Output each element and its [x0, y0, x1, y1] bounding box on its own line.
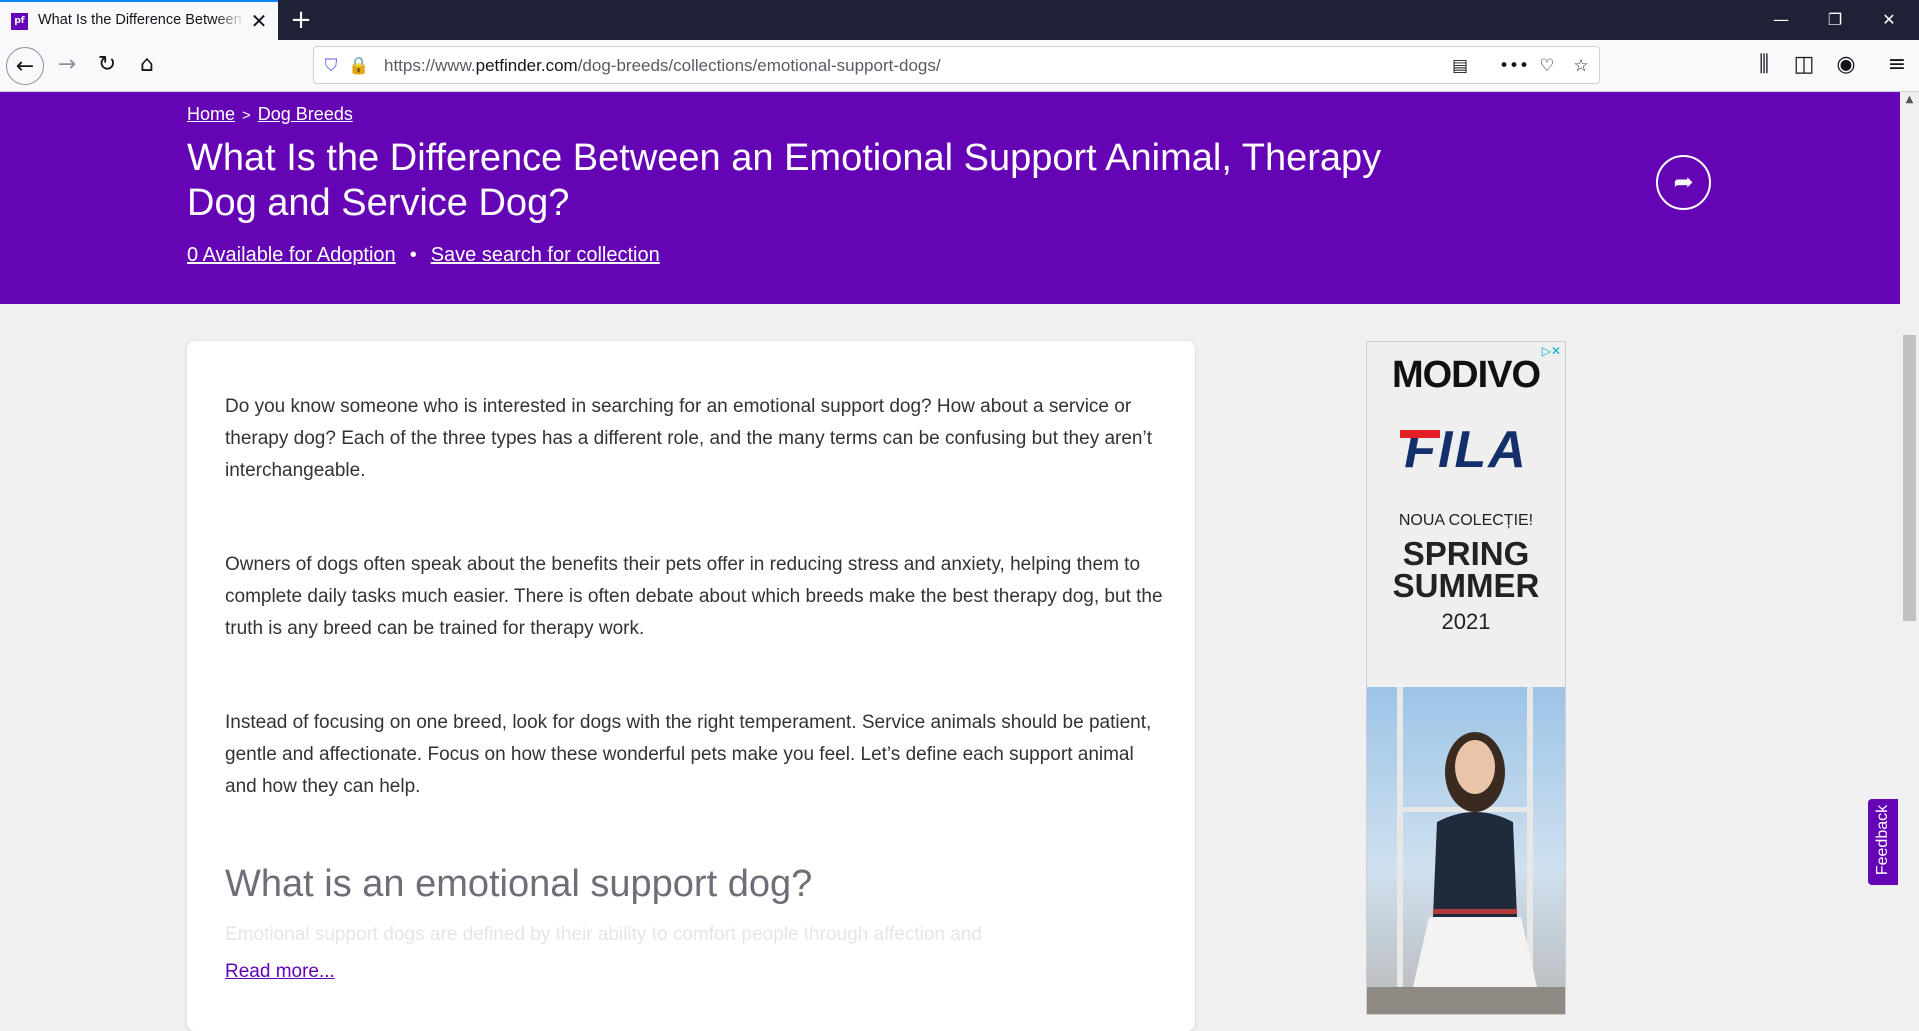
- minimize-icon[interactable]: —: [1758, 6, 1804, 34]
- ad-season-line1: SPRING: [1402, 535, 1530, 572]
- ad-brand: MODIVO: [1391, 354, 1541, 396]
- breadcrumb-separator: >: [242, 107, 251, 124]
- ad-sub-brand: FILA: [1404, 421, 1528, 479]
- sidebar-icon[interactable]: ◫: [1787, 48, 1821, 82]
- share-icon[interactable]: ➦: [1656, 155, 1711, 210]
- restore-icon[interactable]: ❐: [1812, 6, 1858, 34]
- scroll-up-icon[interactable]: ▲: [1900, 94, 1919, 108]
- feedback-button[interactable]: Feedback: [1868, 799, 1898, 885]
- active-tab[interactable]: pf What Is the Difference Between ✕: [0, 0, 278, 40]
- ad-season-line2: SUMMER: [1392, 567, 1540, 604]
- ad-photo: [1367, 687, 1565, 1014]
- bookmark-star-icon[interactable]: ☆: [1570, 55, 1592, 77]
- home-icon[interactable]: ⌂: [130, 48, 164, 82]
- tab-title: What Is the Difference Between: [38, 12, 242, 28]
- tab-strip: pf What Is the Difference Between ✕ + — …: [0, 0, 1919, 40]
- navigation-toolbar: ← → ↻ ⌂ ⛉ 🔒 https://www.petfinder.com/do…: [0, 40, 1919, 92]
- available-for-adoption-link[interactable]: 0 Available for Adoption: [187, 244, 396, 266]
- page-hero: Home > Dog Breeds What Is the Difference B…: [0, 92, 1900, 304]
- page-title: What Is the Difference Between an Emotio…: [187, 137, 1382, 224]
- hero-links: 0 Available for Adoption • Save search for…: [187, 244, 660, 267]
- breadcrumb: Home > Dog Breeds: [187, 104, 353, 125]
- breadcrumb-dog-breeds-link[interactable]: Dog Breeds: [258, 104, 353, 124]
- advertisement[interactable]: ▷✕ MODIVO FILA NOUA COLECȚIE! SPRING SUM…: [1366, 341, 1566, 1015]
- tracking-protection-shield-icon[interactable]: ⛉: [320, 55, 342, 77]
- ad-season: SPRING SUMMER: [1367, 535, 1565, 604]
- scrollbar-thumb[interactable]: [1903, 335, 1916, 621]
- read-more-link[interactable]: Read more...: [225, 961, 335, 983]
- forward-arrow-icon[interactable]: →: [50, 48, 84, 82]
- article-paragraph: Do you know someone who is interested in…: [225, 396, 1153, 481]
- pocket-icon[interactable]: ♡: [1536, 55, 1558, 77]
- ad-year: 2021: [1441, 609, 1491, 634]
- close-tab-icon[interactable]: ✕: [248, 10, 270, 32]
- lock-icon[interactable]: 🔒: [348, 55, 370, 77]
- account-icon[interactable]: ◉: [1829, 48, 1863, 82]
- article-card: Do you know someone who is interested in…: [187, 341, 1195, 1031]
- reader-view-icon[interactable]: ▤: [1449, 55, 1471, 77]
- save-search-link[interactable]: Save search for collection: [431, 244, 660, 266]
- breadcrumb-home-link[interactable]: Home: [187, 104, 235, 124]
- url-text[interactable]: https://www.petfinder.com/dog-breeds/col…: [384, 56, 941, 76]
- article-paragraph: Instead of focusing on one breed, look f…: [225, 712, 1152, 797]
- page-scrollbar[interactable]: ▲: [1900, 92, 1919, 1015]
- link-separator-dot: •: [409, 244, 417, 266]
- window-close-icon[interactable]: ✕: [1866, 6, 1912, 34]
- library-icon[interactable]: ⫼: [1747, 48, 1781, 82]
- page-actions-menu-icon[interactable]: •••: [1499, 55, 1529, 77]
- reload-icon[interactable]: ↻: [90, 48, 124, 82]
- ad-model-photo: [1367, 687, 1565, 1014]
- url-prefix: https://www.: [384, 56, 476, 75]
- feedback-label: Feedback: [1874, 804, 1891, 876]
- ad-tagline: NOUA COLECȚIE!: [1398, 512, 1534, 529]
- url-path: /dog-breeds/collections/emotional-suppor…: [577, 56, 941, 75]
- article-paragraph: Owners of dogs often speak about the ben…: [225, 554, 1163, 639]
- app-menu-icon[interactable]: ≡: [1880, 48, 1914, 82]
- new-tab-icon[interactable]: +: [287, 6, 315, 34]
- section-heading: What is an emotional support dog?: [225, 863, 813, 905]
- url-domain: petfinder.com: [475, 56, 578, 75]
- address-bar[interactable]: ⛉ 🔒 https://www.petfinder.com/dog-breeds…: [313, 46, 1600, 84]
- back-arrow-icon[interactable]: ←: [6, 47, 44, 85]
- tab-title-fade: [215, 6, 245, 38]
- ad-logo-accent: [1400, 430, 1440, 438]
- petfinder-favicon-icon: pf: [11, 13, 28, 30]
- faded-teaser-text: Emotional support dogs are defined by th…: [225, 924, 982, 945]
